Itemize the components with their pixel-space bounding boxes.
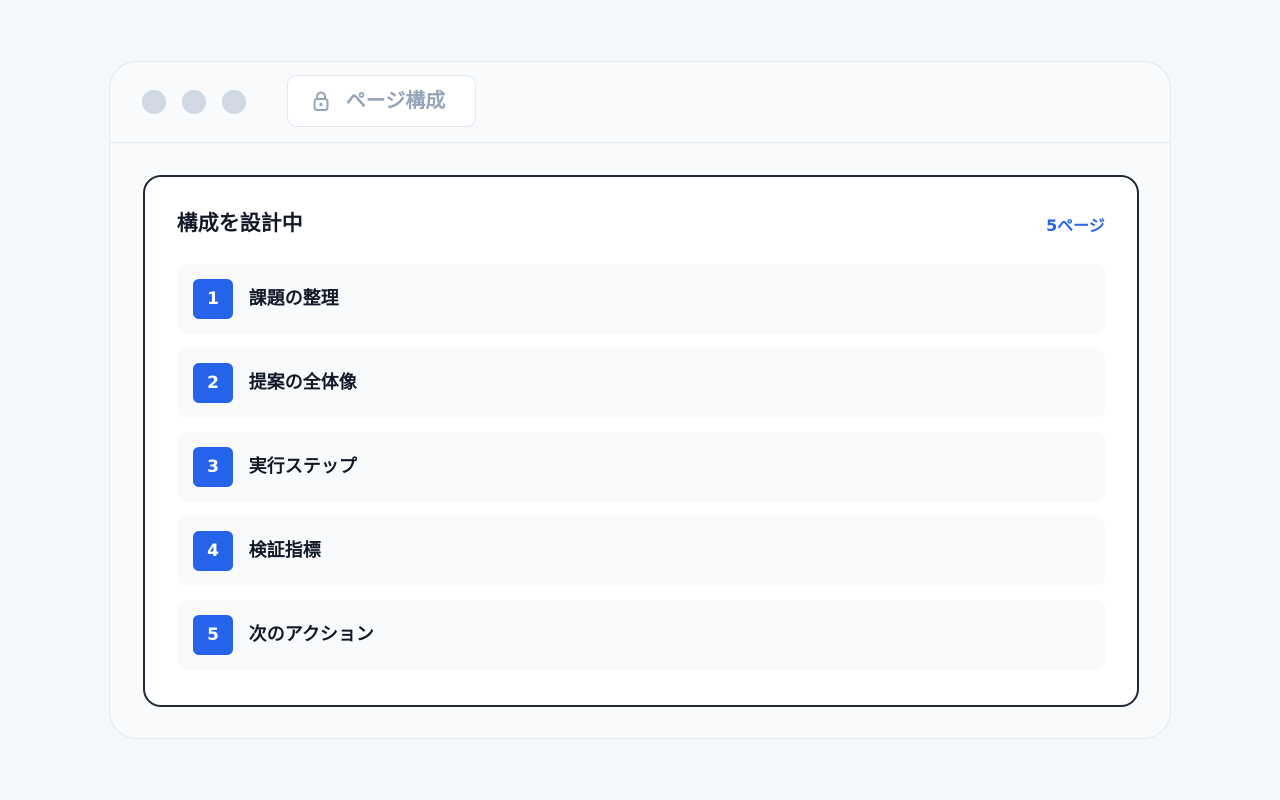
page-count-badge: 5ページ (1046, 216, 1105, 235)
page-list: 1 課題の整理 2 提案の全体像 3 実行ステップ 4 検証指標 5 次のアクシ… (177, 264, 1105, 684)
card-title: 構成を設計中 (177, 211, 303, 235)
list-item[interactable]: 4 検証指標 (177, 516, 1105, 586)
item-number: 1 (193, 279, 233, 319)
window-maximize-dot[interactable] (222, 90, 246, 114)
item-number: 2 (193, 363, 233, 403)
title-bar: ページ構成 (110, 62, 1170, 143)
item-number: 4 (193, 531, 233, 571)
item-number: 5 (193, 615, 233, 655)
item-label: 次のアクション (249, 624, 375, 645)
tab-title: ページ構成 (346, 88, 446, 112)
structure-card: 構成を設計中 5ページ 1 課題の整理 2 提案の全体像 3 実行ステップ 4 … (143, 175, 1139, 707)
item-label: 検証指標 (249, 540, 321, 561)
window-minimize-dot[interactable] (182, 90, 206, 114)
item-number: 3 (193, 447, 233, 487)
list-item[interactable]: 5 次のアクション (177, 600, 1105, 670)
list-item[interactable]: 3 実行ステップ (177, 432, 1105, 502)
item-label: 提案の全体像 (249, 372, 357, 393)
window-close-dot[interactable] (142, 90, 166, 114)
tab-page-structure[interactable]: ページ構成 (287, 75, 476, 127)
list-item[interactable]: 1 課題の整理 (177, 264, 1105, 334)
browser-window: ページ構成 構成を設計中 5ページ 1 課題の整理 2 提案の全体像 3 実行ス… (109, 61, 1171, 739)
list-item[interactable]: 2 提案の全体像 (177, 348, 1105, 418)
lock-icon (312, 90, 330, 112)
item-label: 課題の整理 (249, 288, 339, 309)
item-label: 実行ステップ (249, 456, 357, 477)
